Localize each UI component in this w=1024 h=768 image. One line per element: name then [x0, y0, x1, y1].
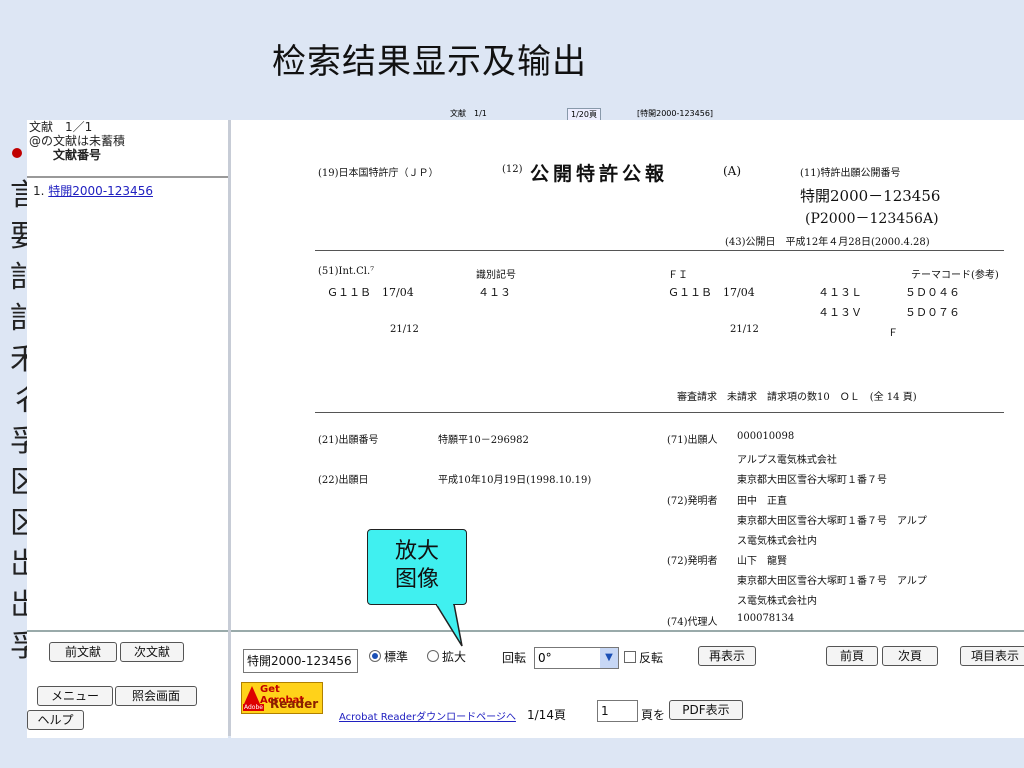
radio-standard[interactable]: 標準: [369, 648, 408, 665]
doc-number-field[interactable]: 特開2000-123456: [243, 649, 358, 673]
callout-line: 放大: [394, 539, 439, 564]
inventor1-label: (72)発明者: [667, 496, 718, 507]
patent-image-view: (19)日本国特許庁（ＪＰ） (12) 公開特許公報 (A) (11)特許出願公…: [237, 120, 1024, 630]
reverse-label: 反転: [639, 651, 664, 665]
fi-row3-suffix: Ｆ: [888, 328, 898, 339]
fi-row3-code: 21/12: [730, 324, 759, 335]
menu-button[interactable]: メニュー: [37, 686, 113, 706]
exam-status: 審査請求 未請求 請求項の数10 ＯＬ (全 14 頁): [677, 392, 917, 403]
fi-row2-suffix: ４１３Ｖ: [818, 306, 862, 319]
app-number: 特願平10－296982: [438, 435, 529, 446]
theme-row2: ５Ｄ０７６: [905, 306, 960, 319]
fi-label: ＦＩ: [668, 270, 688, 281]
chevron-down-icon: ▼: [600, 648, 618, 668]
top-strip: 文献 1/1 1/20頁 [特開2000-123456]: [237, 108, 897, 121]
list-item: 1. 特開2000-123456: [27, 184, 228, 198]
header-rule: [315, 250, 1004, 251]
radio-enlarge[interactable]: 拡大: [427, 648, 466, 665]
pub-date: (43)公開日 平成12年４月28日(2000.4.28): [725, 237, 930, 248]
fi-row1-suffix: ４１３Ｌ: [818, 286, 862, 299]
inventor2-line: ス電気株式会社内: [737, 596, 817, 607]
inventor1-line: 田中 正直: [737, 496, 787, 507]
redisplay-button[interactable]: 再表示: [698, 646, 756, 666]
acrobat-badge-brand: Adobe: [243, 704, 264, 711]
help-button[interactable]: ヘルプ: [27, 710, 84, 730]
agent-number: 100078134: [737, 613, 795, 624]
display-toolbar: 特開2000-123456 標準 拡大 回転 0° ▼ 反転 再表示 前頁 次頁…: [231, 630, 1024, 738]
rotate-value: 0°: [538, 651, 552, 665]
zoom-callout: 放大 图像: [367, 529, 467, 605]
slide-title: 检索结果显示及输出: [272, 42, 587, 82]
next-page-button[interactable]: 次頁: [882, 646, 938, 666]
theme-row1: ５Ｄ０４６: [905, 286, 960, 299]
applicant-line: 000010098: [737, 431, 795, 442]
rotate-label: 回転: [502, 651, 527, 665]
get-acrobat-badge[interactable]: Get Acrobat Reader Adobe: [241, 682, 323, 714]
ipc-row1-ident: ４１３: [478, 286, 511, 299]
acrobat-badge-bottom: Reader: [270, 697, 319, 711]
ipc-row1-code: Ｇ１１Ｂ 17/04: [327, 286, 414, 299]
kind-prefix: (12): [502, 164, 523, 175]
ipc-row3-code: 21/12: [390, 324, 419, 335]
not-stored-note: @の文献は未蓄積: [29, 134, 126, 148]
prev-page-button[interactable]: 前頁: [826, 646, 878, 666]
inventor1-line: ス電気株式会社内: [737, 536, 817, 547]
app-date-label: (22)出願日: [318, 475, 369, 486]
document-kind: (A): [723, 164, 742, 178]
exam-rule: [315, 412, 1004, 413]
callout-line: 图像: [394, 567, 439, 592]
pub-number-label: (11)特許出願公開番号: [800, 168, 901, 179]
applicant-line: 東京都大田区雪谷大塚町１番７号: [737, 475, 887, 486]
result-link[interactable]: 特開2000-123456: [48, 184, 153, 198]
adobe-logo-icon: [244, 686, 260, 704]
top-strip-docno: [特開2000-123456]: [637, 109, 714, 118]
radio-selected-icon: [369, 650, 381, 662]
agent-label: (74)代理人: [667, 617, 718, 628]
inventor1-line: 東京都大田区雪谷大塚町１番７号 アルプ: [737, 516, 927, 527]
applicant-label: (71)出願人: [667, 435, 718, 446]
radio-standard-label: 標準: [384, 650, 409, 664]
result-list-pane: 文献 1／1 @の文献は未蓄積 文献番号 1. 特開2000-123456: [27, 120, 229, 630]
pub-number-alt: (P2000－123456A): [805, 211, 939, 227]
office-label: (19)日本国特許庁（ＪＰ）: [318, 168, 439, 179]
applicant-line: アルプス電気株式会社: [737, 455, 837, 466]
list-separator: [27, 176, 228, 178]
item-display-button[interactable]: 項目表示: [960, 646, 1024, 666]
bullet-dot: [12, 148, 22, 158]
query-screen-button[interactable]: 照会画面: [115, 686, 197, 706]
inventor2-line: 山下 龍賢: [737, 556, 787, 567]
browser-screenshot: 文献 1/1 1/20頁 [特開2000-123456] 文献 1／1 @の文献…: [27, 108, 1024, 738]
result-count: 文献 1／1: [29, 120, 93, 134]
list-item-index: 1.: [33, 184, 45, 198]
page-number-input[interactable]: 1: [597, 700, 638, 722]
page-total: 1/14頁: [527, 708, 566, 722]
doc-number-header: 文献番号: [53, 148, 102, 162]
theme-label: テーマコード(参考): [911, 270, 999, 281]
ident-label: 識別記号: [476, 270, 516, 281]
inventor2-label: (72)発明者: [667, 556, 718, 567]
fi-row1-code: Ｇ１１Ｂ 17/04: [668, 286, 755, 299]
app-number-label: (21)出願番号: [318, 435, 379, 446]
pdf-display-button[interactable]: PDF表示: [669, 700, 743, 720]
callout-pointer: [435, 604, 463, 647]
acrobat-download-link[interactable]: Acrobat Readerダウンロードページへ: [339, 708, 516, 723]
ipc-label: (51)Int.Cl.⁷: [318, 266, 375, 277]
prev-document-button[interactable]: 前文献: [49, 642, 117, 662]
document-title: 公開特許公報: [530, 163, 669, 185]
radio-enlarge-label: 拡大: [442, 650, 467, 664]
next-document-button[interactable]: 次文献: [120, 642, 184, 662]
radio-unselected-icon: [427, 650, 439, 662]
app-date: 平成10年10月19日(1998.10.19): [438, 475, 592, 486]
reverse-checkbox[interactable]: 反転: [624, 649, 663, 666]
pub-number: 特開2000－123456: [800, 187, 941, 205]
rotate-select[interactable]: 0° ▼: [534, 647, 619, 669]
checkbox-icon: [624, 651, 636, 663]
inventor2-line: 東京都大田区雪谷大塚町１番７号 アルプ: [737, 576, 927, 587]
top-strip-count: 文献 1/1: [450, 109, 487, 118]
page-suffix: 頁を: [641, 708, 666, 722]
navigation-panel: 前文献 次文献 メニュー 照会画面 ヘルプ: [27, 630, 228, 738]
